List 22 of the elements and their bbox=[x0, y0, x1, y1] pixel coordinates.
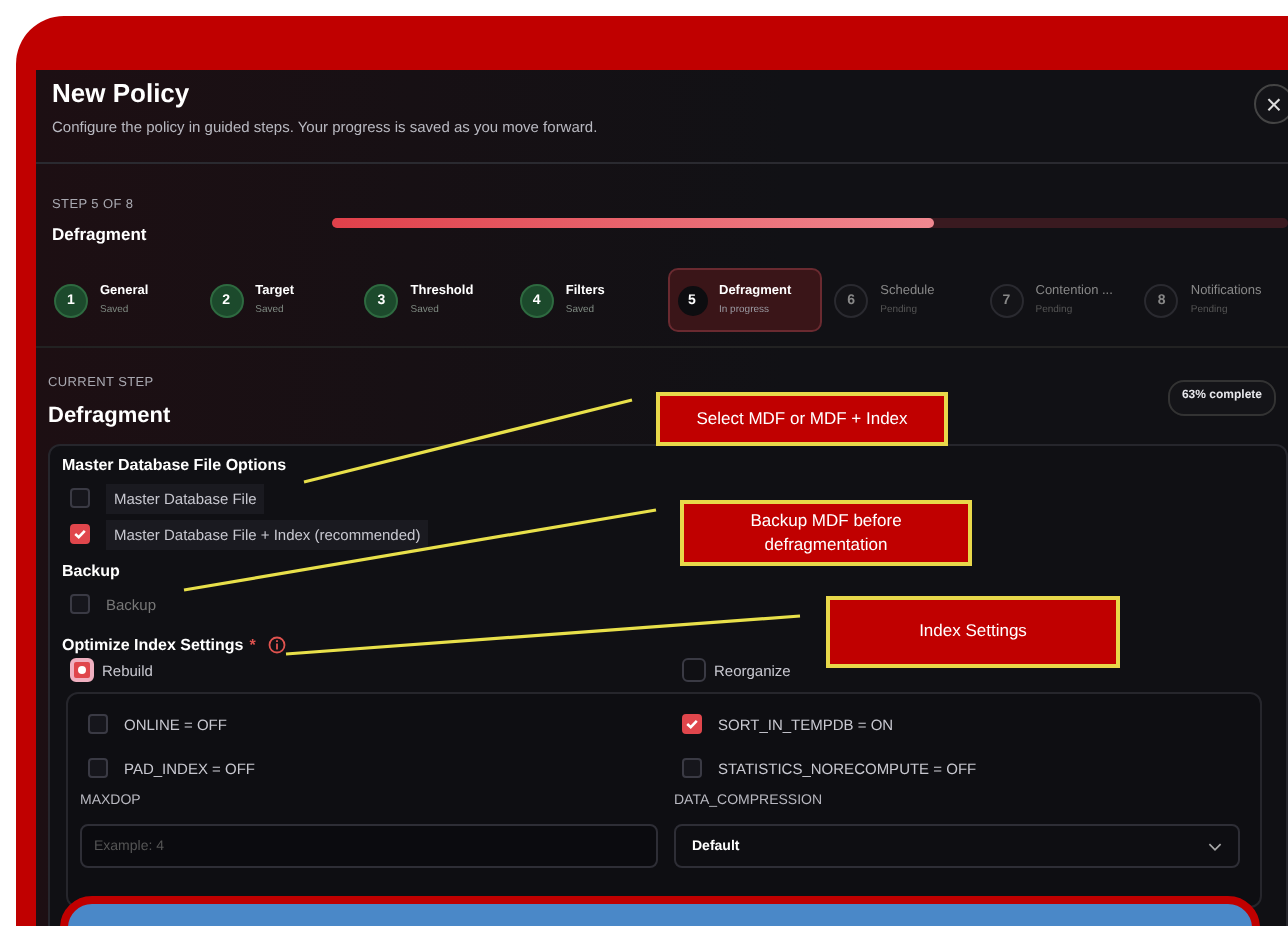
required-mark: * bbox=[249, 635, 256, 653]
radio-button[interactable] bbox=[70, 658, 94, 682]
close-button[interactable]: × bbox=[1254, 84, 1288, 124]
group-heading: Optimize Index Settings bbox=[62, 635, 244, 653]
group-heading: Backup bbox=[62, 562, 122, 584]
step-name: Defragment bbox=[52, 223, 149, 243]
checkbox[interactable] bbox=[88, 714, 108, 734]
group-heading: Master Database File Options bbox=[62, 456, 289, 478]
info-icon[interactable] bbox=[267, 635, 286, 653]
dialog-title: New Policy bbox=[52, 78, 192, 108]
chevron-down-icon bbox=[1208, 841, 1222, 851]
callout-box: Select MDF or MDF + Index bbox=[656, 392, 948, 446]
checkbox[interactable] bbox=[70, 524, 90, 544]
checkbox[interactable] bbox=[70, 594, 90, 614]
checkbox[interactable] bbox=[682, 758, 702, 778]
radio-button[interactable] bbox=[682, 658, 706, 682]
section-title: Defragment bbox=[48, 404, 171, 428]
checkbox[interactable] bbox=[70, 488, 90, 508]
callout-box: Index Settings bbox=[826, 596, 1120, 668]
callout-box: Backup MDF before defragmentation bbox=[680, 500, 972, 566]
checkbox[interactable] bbox=[88, 758, 108, 778]
checkbox[interactable] bbox=[682, 714, 702, 734]
